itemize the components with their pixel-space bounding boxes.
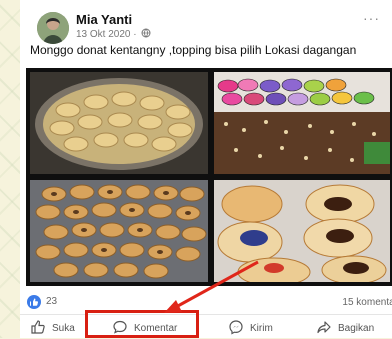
share-label: Bagikan	[338, 322, 375, 334]
photo-grid	[26, 68, 392, 286]
post-meta: 13 Okt 2020 ·	[76, 28, 151, 41]
comment-highlight-box	[85, 310, 199, 338]
share-button[interactable]: Bagikan	[316, 320, 374, 336]
photo-filled-donuts[interactable]	[214, 180, 390, 282]
globe-icon	[141, 28, 151, 41]
post-caption: Monggo donat kentangny ,topping bisa pil…	[30, 43, 357, 57]
photo-donut-tray[interactable]	[30, 180, 208, 282]
post-actions: Suka Komentar Kirim Bagikan	[20, 314, 392, 339]
like-count[interactable]: 23	[46, 296, 57, 307]
more-options-button[interactable]: ···	[363, 10, 380, 26]
photo-colorful-donuts[interactable]	[214, 72, 390, 174]
messenger-icon	[228, 319, 244, 338]
like-reaction-icon	[27, 295, 41, 309]
facebook-post-card: Mia Yanti 13 Okt 2020 · ··· Monggo donat…	[20, 0, 392, 338]
share-arrow-icon	[316, 319, 332, 338]
send-button[interactable]: Kirim	[228, 319, 273, 338]
like-button[interactable]: Suka	[30, 319, 75, 338]
reactions-bar: 23 15 komentar	[20, 293, 392, 313]
like-label: Suka	[52, 322, 75, 334]
thumbs-up-icon	[30, 319, 46, 338]
photo-frying-donuts[interactable]	[30, 72, 208, 174]
comment-count[interactable]: 15 komentar	[342, 297, 392, 308]
send-label: Kirim	[250, 322, 273, 334]
post-date[interactable]: 13 Okt 2020 ·	[76, 29, 137, 40]
avatar[interactable]	[37, 12, 69, 44]
author-name[interactable]: Mia Yanti	[76, 12, 132, 27]
